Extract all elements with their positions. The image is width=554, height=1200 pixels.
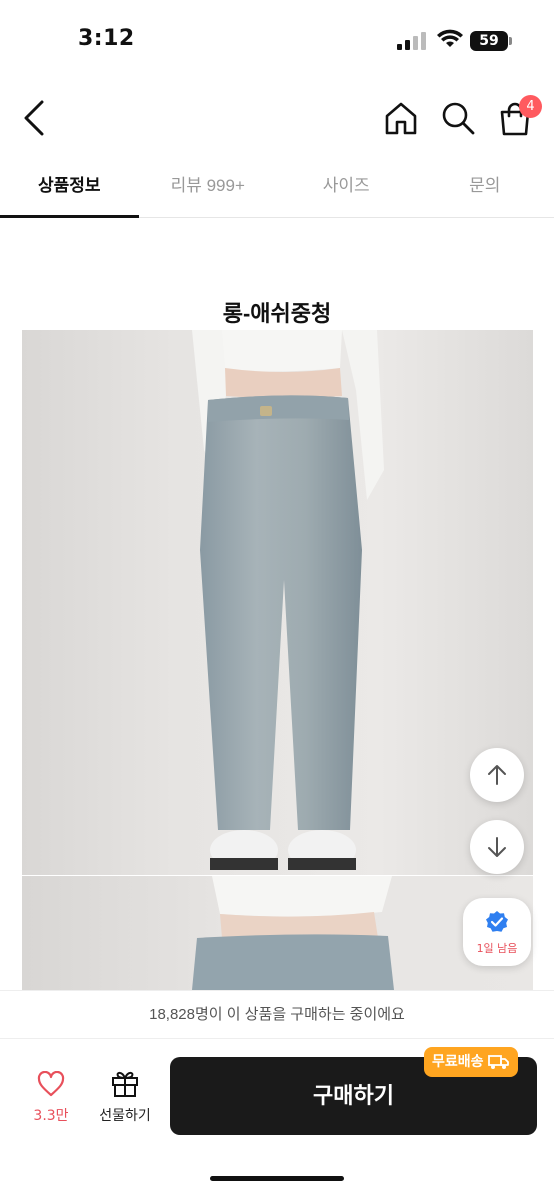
product-tabs: 상품정보 리뷰 999+ 사이즈 문의 — [0, 160, 554, 218]
tab-product-info[interactable]: 상품정보 — [0, 160, 139, 218]
product-photo — [22, 876, 533, 990]
tab-size[interactable]: 사이즈 — [277, 160, 416, 217]
wifi-icon — [437, 29, 463, 47]
home-icon[interactable] — [382, 100, 420, 138]
buyers-notice: 18,828명이 이 상품을 구매하는 중이에요 — [0, 990, 554, 1038]
scroll-up-button[interactable] — [470, 748, 524, 802]
days-left-badge[interactable]: 1일 남음 — [463, 898, 531, 966]
free-shipping-badge: 무료배송 — [424, 1047, 518, 1077]
gift-button[interactable]: 선물하기 — [90, 1069, 160, 1125]
gift-icon — [112, 1071, 138, 1097]
scroll-down-button[interactable] — [470, 820, 524, 874]
truck-icon — [487, 1055, 509, 1069]
tab-reviews[interactable]: 리뷰 999+ — [139, 160, 278, 217]
gift-label: 선물하기 — [99, 1108, 151, 1124]
arrow-down-icon — [488, 837, 506, 857]
like-count: 3.3만 — [33, 1108, 69, 1124]
product-photo — [22, 330, 533, 875]
product-color-title: 롱-애쉬중청 — [222, 301, 332, 326]
free-shipping-label: 무료배송 — [432, 1054, 484, 1070]
cart-count-badge: 4 — [519, 95, 542, 118]
status-bar: 3:12 59 — [0, 0, 554, 80]
home-indicator — [210, 1176, 344, 1181]
jeans-photo-illustration — [192, 330, 384, 870]
arrow-up-icon — [488, 765, 506, 785]
status-time: 3:12 — [78, 26, 135, 51]
verified-badge-icon — [486, 911, 508, 932]
battery-icon: 59 — [470, 31, 508, 51]
top-nav — [0, 80, 554, 160]
signal-icon — [397, 32, 427, 50]
back-icon[interactable] — [18, 98, 54, 138]
jeans-photo-illustration — [192, 876, 394, 990]
days-left-text: 1일 남음 — [476, 942, 518, 955]
search-icon[interactable] — [440, 100, 476, 136]
like-button[interactable]: 3.3만 — [22, 1070, 80, 1125]
tab-inquiry[interactable]: 문의 — [416, 160, 554, 217]
heart-icon — [37, 1070, 65, 1097]
battery-cap — [509, 37, 512, 45]
